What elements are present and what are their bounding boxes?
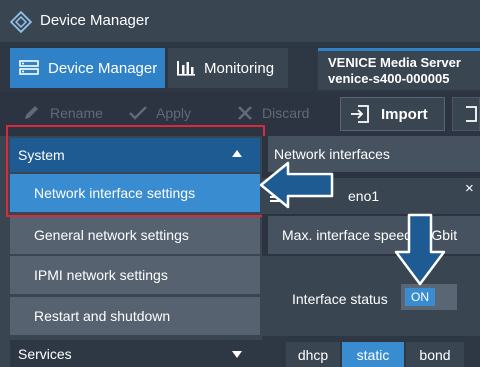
pencil-icon — [25, 106, 38, 119]
app-title: Device Manager — [40, 12, 150, 29]
check-icon — [129, 106, 147, 120]
x-icon — [238, 106, 252, 120]
highlight-box — [6, 125, 265, 217]
import-label: Import — [381, 105, 428, 123]
toggle-on-indicator: ON — [405, 288, 435, 306]
apply-button[interactable]: Apply — [128, 104, 191, 122]
sidebar-item-label: Restart and shutdown — [34, 308, 171, 324]
import-button[interactable]: Import — [340, 97, 445, 131]
tab-device-manager-label: Device Manager — [48, 59, 158, 77]
server-name: VENICE Media Server — [328, 55, 461, 70]
tab-monitoring[interactable]: Monitoring — [168, 48, 288, 88]
sidebar-item-restart-and-shutdown[interactable]: Restart and shutdown — [10, 297, 260, 335]
tab-device-manager[interactable]: Device Manager — [10, 48, 165, 88]
interface-status-label: Interface status — [292, 291, 388, 307]
interface-name: eno1 — [348, 188, 380, 204]
sidebar-group-services-label: Services — [18, 345, 72, 362]
server-id: venice-s400-000005 — [328, 71, 450, 86]
sidebar-item-label: IPMI network settings — [34, 267, 168, 283]
tab-monitoring-label: Monitoring — [204, 59, 275, 77]
rename-button[interactable]: Rename — [22, 104, 103, 122]
export-icon[interactable] — [452, 97, 480, 131]
mode-dhcp-button[interactable]: dhcp — [286, 342, 340, 367]
rename-label: Rename — [50, 105, 103, 121]
sidebar-group-services[interactable]: Services — [10, 340, 262, 367]
sidebar-item-label: General network settings — [34, 227, 189, 243]
sidebar-item-general-network-settings[interactable]: General network settings — [10, 216, 260, 254]
caret-down-icon — [232, 351, 242, 358]
callout-arrow-down-icon — [394, 213, 446, 286]
max-interface-speed: Max. interface speed 10Gbit — [268, 216, 480, 254]
server-tab[interactable]: VENICE Media Server venice-s400-000005 — [318, 48, 480, 90]
device-manager-logo-icon — [10, 11, 32, 33]
mode-bond-button[interactable]: bond — [406, 342, 464, 367]
callout-arrow-left-icon — [259, 161, 334, 209]
close-icon[interactable]: × — [465, 180, 474, 197]
discard-label: Discard — [262, 105, 310, 121]
bar-chart-icon — [176, 59, 196, 77]
sidebar-item-ipmi-network-settings[interactable]: IPMI network settings — [10, 256, 260, 294]
apply-label: Apply — [156, 105, 192, 121]
import-icon — [351, 105, 369, 123]
device-manager-icon — [18, 59, 40, 77]
mode-static-button[interactable]: static — [342, 342, 404, 367]
discard-button[interactable]: Discard — [236, 104, 309, 122]
